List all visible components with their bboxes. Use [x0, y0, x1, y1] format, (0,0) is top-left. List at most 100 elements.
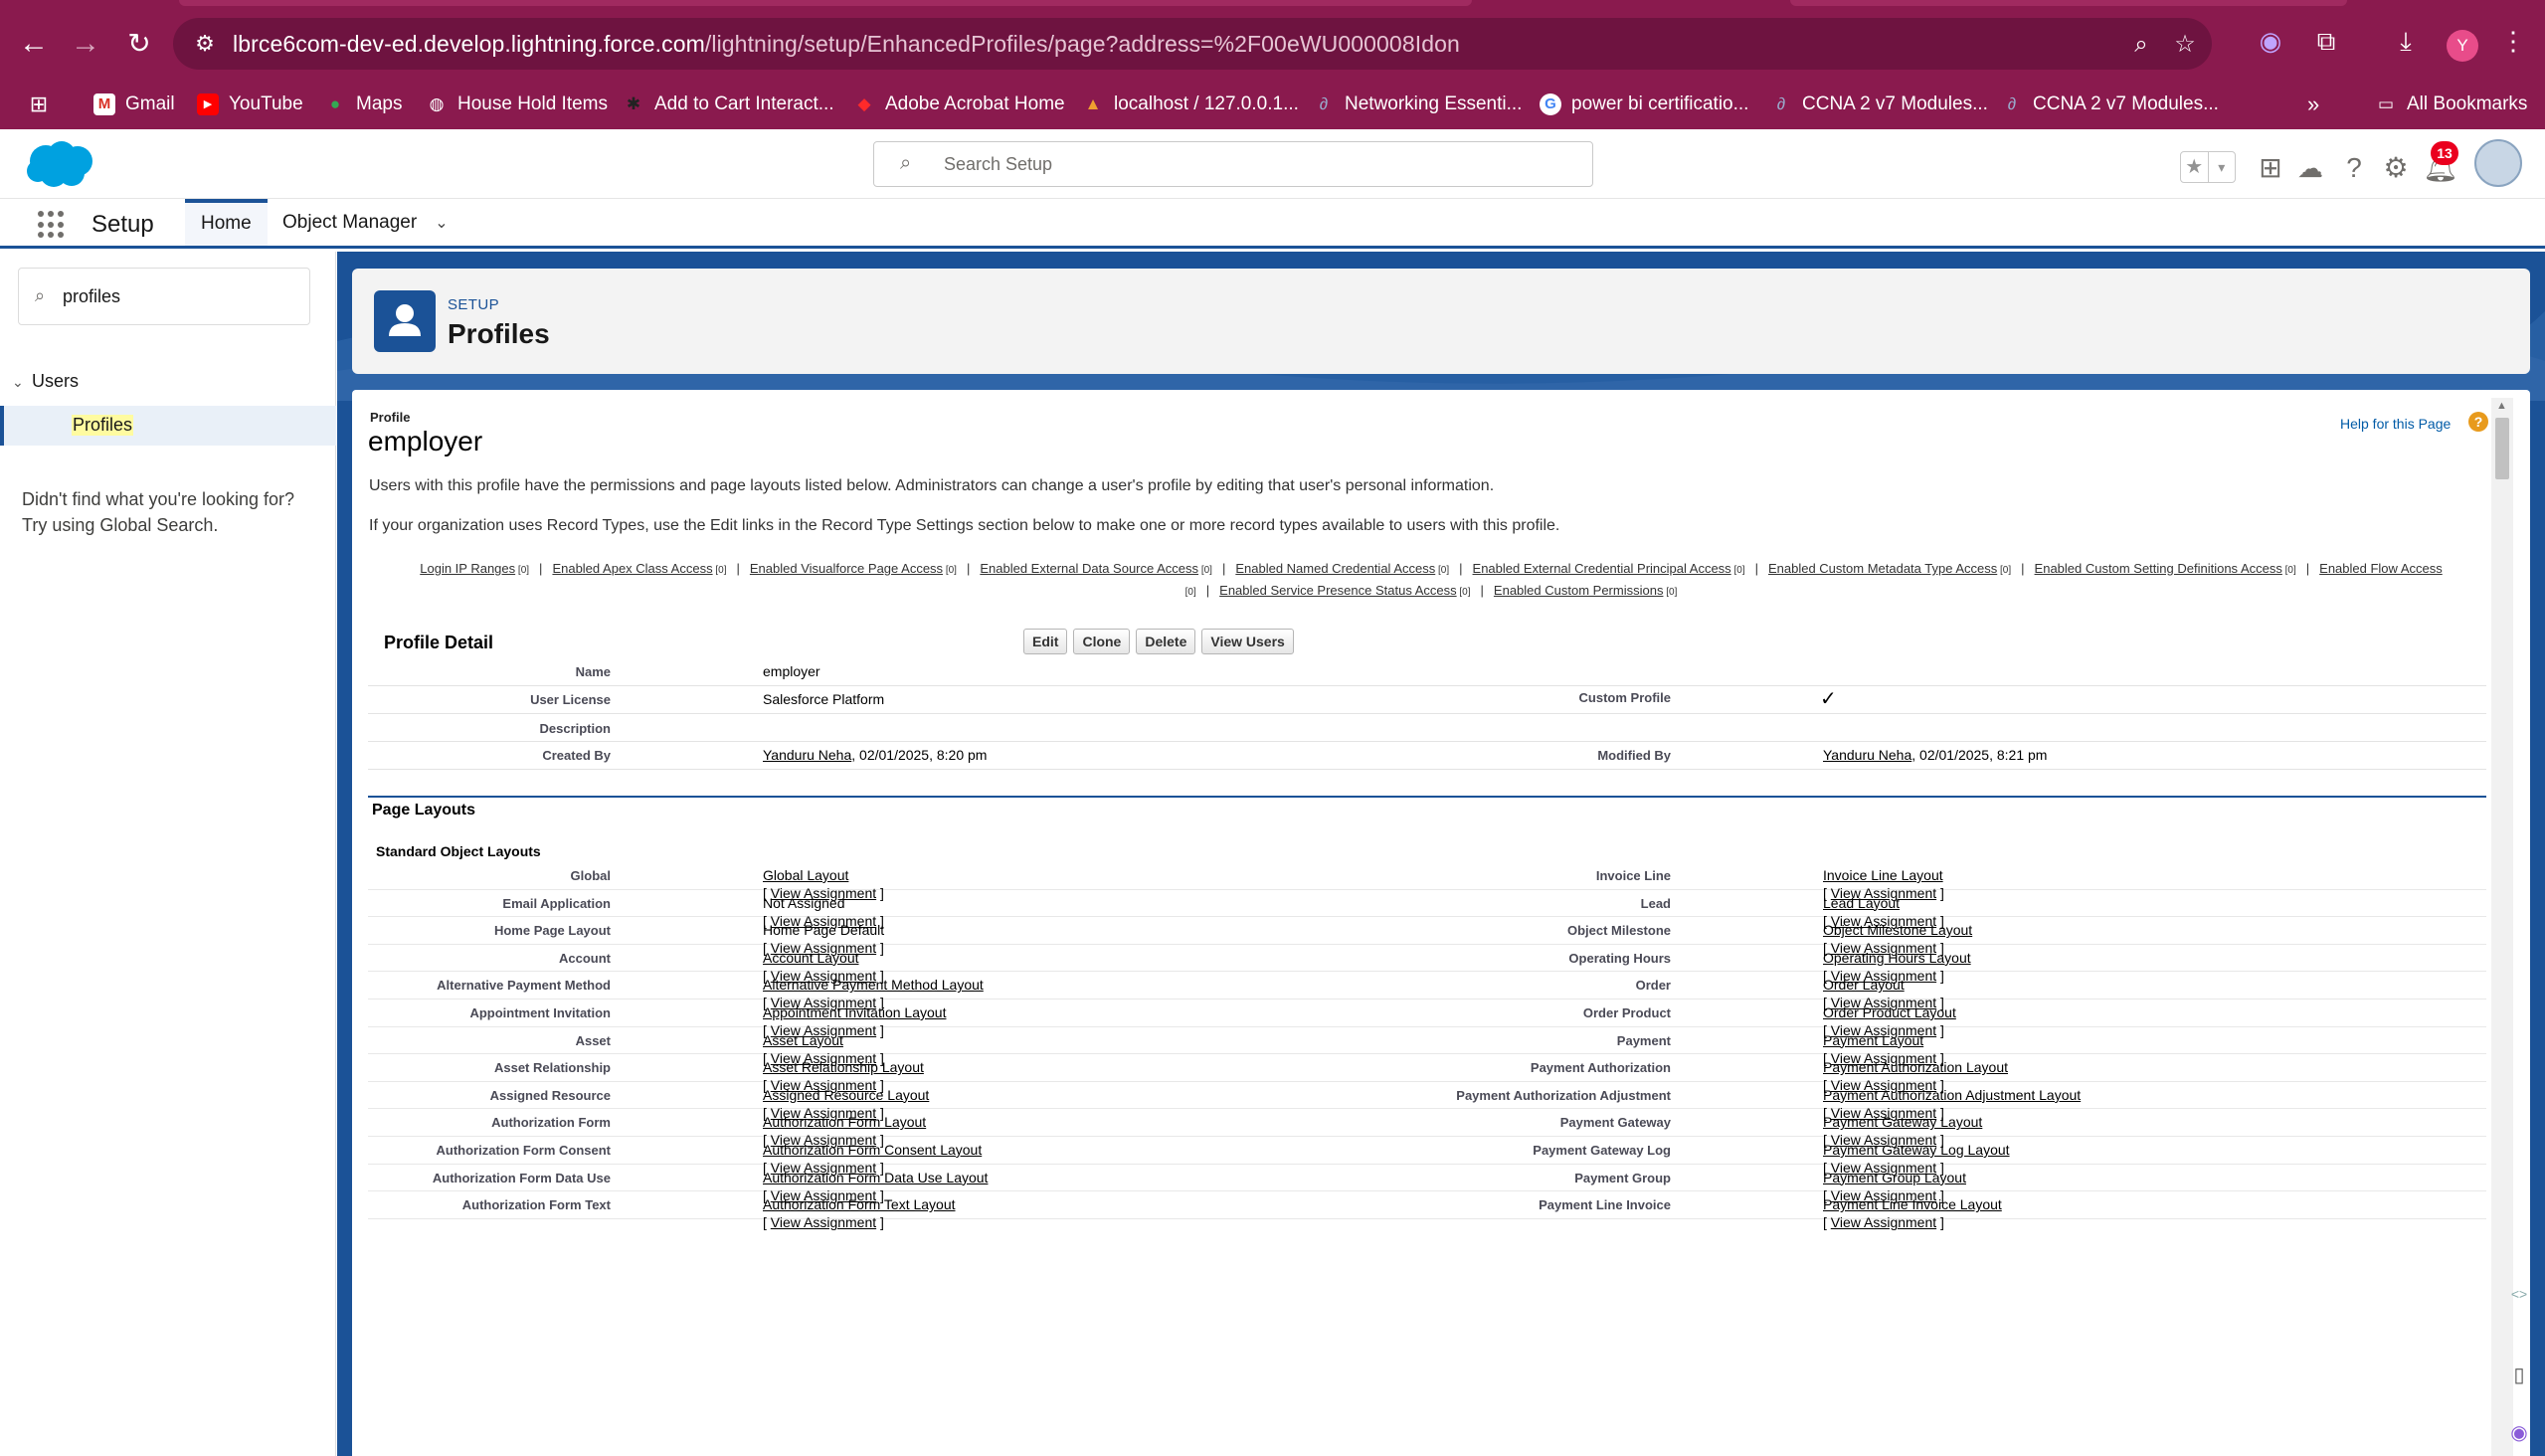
created-by-user-link[interactable]: Yanduru Neha — [763, 747, 851, 763]
layout-link[interactable]: Assigned Resource Layout — [763, 1087, 929, 1103]
related-link-enabled-visualforce-page-access[interactable]: Enabled Visualforce Page Access — [750, 561, 943, 576]
reload-icon[interactable]: ↻ — [121, 26, 157, 62]
site-info-icon[interactable]: ⚙ — [191, 30, 219, 58]
search-setup[interactable]: ⌕ — [873, 141, 1593, 187]
view-assignment-link[interactable]: View Assignment — [1831, 1214, 1936, 1230]
related-link-enabled-external-credential-principal-access[interactable]: Enabled External Credential Principal Ac… — [1473, 561, 1731, 576]
layout-link[interactable]: Payment Group Layout — [1823, 1170, 1966, 1185]
bookmark-add-to-cart[interactable]: ✱ Add to Cart Interact... — [623, 80, 834, 129]
download-icon[interactable]: ⤓ — [2389, 24, 2423, 58]
tab-home[interactable]: Home — [185, 199, 268, 246]
related-link-enabled-named-credential-access[interactable]: Enabled Named Credential Access — [1235, 561, 1435, 576]
help-question-icon[interactable]: ? — [2468, 412, 2488, 432]
related-link-login-ip-ranges[interactable]: Login IP Ranges — [420, 561, 515, 576]
layout-link[interactable]: Order Layout — [1823, 977, 1905, 993]
app-launcher-icon[interactable] — [38, 211, 66, 239]
layout-link[interactable]: Global Layout — [763, 867, 848, 883]
related-link-enabled-flow-access[interactable]: Enabled Flow Access — [2319, 561, 2443, 576]
favorites-dropdown-icon[interactable]: ▾ — [2207, 152, 2236, 182]
bookmark-adobe-acrobat[interactable]: ◆ Adobe Acrobat Home — [853, 80, 1064, 129]
view-assignment-link[interactable]: View Assignment — [771, 1214, 876, 1230]
layout-link[interactable]: Payment Gateway Log Layout — [1823, 1142, 2010, 1158]
scroll-up-arrow-icon[interactable]: ▲ — [2496, 400, 2507, 412]
browser-profile-avatar[interactable]: Y — [2447, 30, 2478, 62]
forward-icon[interactable]: → — [68, 26, 103, 62]
bookmark-maps[interactable]: ● Maps — [324, 80, 403, 129]
url-text[interactable]: lbrce6com-dev-ed.develop.lightning.force… — [233, 31, 1460, 58]
brain-extension-icon[interactable]: ◉ — [2504, 1418, 2534, 1448]
related-link-enabled-apex-class-access[interactable]: Enabled Apex Class Access — [552, 561, 712, 576]
layout-link[interactable]: Payment Authorization Layout — [1823, 1059, 2008, 1075]
tab-strip-2[interactable] — [1790, 0, 2347, 6]
chevron-down-icon[interactable]: ⌄ — [435, 215, 448, 232]
scroll-thumb[interactable] — [2495, 418, 2509, 479]
bookmark-youtube[interactable]: ▶ YouTube — [197, 80, 303, 129]
layout-link[interactable]: Payment Gateway Layout — [1823, 1114, 1982, 1130]
layout-link[interactable]: Lead Layout — [1823, 895, 1900, 911]
layout-link[interactable]: Authorization Form Layout — [763, 1114, 926, 1130]
delete-button[interactable]: Delete — [1136, 629, 1196, 654]
layout-link[interactable]: Authorization Form Text Layout — [763, 1196, 956, 1212]
browser-menu-icon[interactable]: ⋮ — [2496, 24, 2530, 58]
view-users-button[interactable]: View Users — [1201, 629, 1294, 654]
layout-link[interactable]: Asset Layout — [763, 1032, 843, 1048]
clone-button[interactable]: Clone — [1073, 629, 1131, 654]
tree-node-users[interactable]: ⌄ Users — [12, 371, 79, 392]
layout-link[interactable]: Operating Hours Layout — [1823, 950, 1971, 966]
bookmark-power-bi[interactable]: Gpower bi certificatio... — [1540, 80, 1748, 129]
layout-link[interactable]: Payment Authorization Adjustment Layout — [1823, 1087, 2081, 1103]
favorites-button[interactable]: ★ ▾ — [2180, 151, 2236, 183]
layout-link[interactable]: Alternative Payment Method Layout — [763, 977, 984, 993]
collapse-panel-icon[interactable]: <> — [2504, 1279, 2534, 1309]
help-icon[interactable]: ? — [2337, 151, 2371, 185]
quick-find-input[interactable] — [63, 284, 291, 308]
extensions-icon[interactable]: ⧉ — [2309, 24, 2343, 58]
layout-link[interactable]: Invoice Line Layout — [1823, 867, 1943, 883]
layout-link[interactable]: Account Layout — [763, 950, 859, 966]
trailhead-icon[interactable]: ☁ — [2293, 151, 2327, 185]
extension-brain-icon[interactable]: ◉ — [2254, 24, 2287, 58]
layout-link[interactable]: Asset Relationship Layout — [763, 1059, 924, 1075]
related-link-enabled-custom-setting-definitions-access[interactable]: Enabled Custom Setting Definitions Acces… — [2035, 561, 2282, 576]
tree-node-profiles[interactable]: Profiles — [0, 406, 336, 446]
edit-button[interactable]: Edit — [1023, 629, 1068, 654]
link-separator: | — [1480, 583, 1484, 598]
layout-link[interactable]: Payment Layout — [1823, 1032, 1923, 1048]
quick-find[interactable]: ⌕ — [18, 268, 310, 325]
bookmark-gmail[interactable]: M Gmail — [93, 80, 175, 129]
tab-strip[interactable] — [179, 0, 1472, 6]
search-setup-input[interactable] — [944, 150, 1560, 178]
global-actions-icon[interactable]: ⊞ — [2254, 151, 2287, 185]
bookmark-localhost[interactable]: ▲ localhost / 127.0.0.1... — [1082, 80, 1299, 129]
reading-list-icon[interactable]: ▯ — [2504, 1361, 2534, 1390]
layout-link[interactable]: Order Product Layout — [1823, 1004, 1956, 1020]
address-bar[interactable]: ⚙ lbrce6com-dev-ed.develop.lightning.for… — [173, 18, 2212, 70]
back-icon[interactable]: ← — [16, 26, 52, 62]
star-icon[interactable]: ★ — [2181, 152, 2208, 182]
related-link-enabled-custom-metadata-type-access[interactable]: Enabled Custom Metadata Type Access — [1768, 561, 1997, 576]
salesforce-logo[interactable] — [22, 137, 99, 191]
setup-gear-icon[interactable]: ⚙ — [2379, 151, 2413, 185]
related-link-enabled-external-data-source-access[interactable]: Enabled External Data Source Access — [980, 561, 1198, 576]
layout-link[interactable]: Object Milestone Layout — [1823, 922, 1972, 938]
layout-link[interactable]: Appointment Invitation Layout — [763, 1004, 946, 1020]
bookmark-networking[interactable]: ∂ Networking Essenti... — [1313, 80, 1523, 129]
chevron-down-icon[interactable]: ⌄ — [12, 374, 32, 391]
help-for-page-link[interactable]: Help for this Page — [2340, 416, 2451, 432]
layout-link[interactable]: Payment Line Invoice Layout — [1823, 1196, 2002, 1212]
bookmark-ccna-2[interactable]: ∂ CCNA 2 v7 Modules... — [2001, 80, 2219, 129]
bookmark-house-hold-items[interactable]: ◍ House Hold Items — [426, 80, 608, 129]
zoom-icon[interactable]: ⌕ — [2126, 30, 2156, 60]
related-link-enabled-service-presence-status-access[interactable]: Enabled Service Presence Status Access — [1219, 583, 1456, 598]
modified-by-user-link[interactable]: Yanduru Neha — [1823, 747, 1911, 763]
bookmarks-overflow-icon[interactable]: » — [2307, 80, 2319, 129]
layout-link[interactable]: Authorization Form Data Use Layout — [763, 1170, 988, 1185]
bookmark-ccna-1[interactable]: ∂ CCNA 2 v7 Modules... — [1770, 80, 1988, 129]
user-avatar[interactable] — [2474, 139, 2522, 187]
tab-object-manager[interactable]: Object Manager ⌄ — [267, 199, 464, 246]
layout-link[interactable]: Authorization Form Consent Layout — [763, 1142, 982, 1158]
all-bookmarks[interactable]: ▭ All Bookmarks — [2375, 80, 2527, 129]
apps-grid-icon[interactable]: ⊞ — [28, 80, 60, 129]
bookmark-star-icon[interactable]: ☆ — [2170, 30, 2200, 60]
related-link-enabled-custom-permissions[interactable]: Enabled Custom Permissions — [1494, 583, 1664, 598]
